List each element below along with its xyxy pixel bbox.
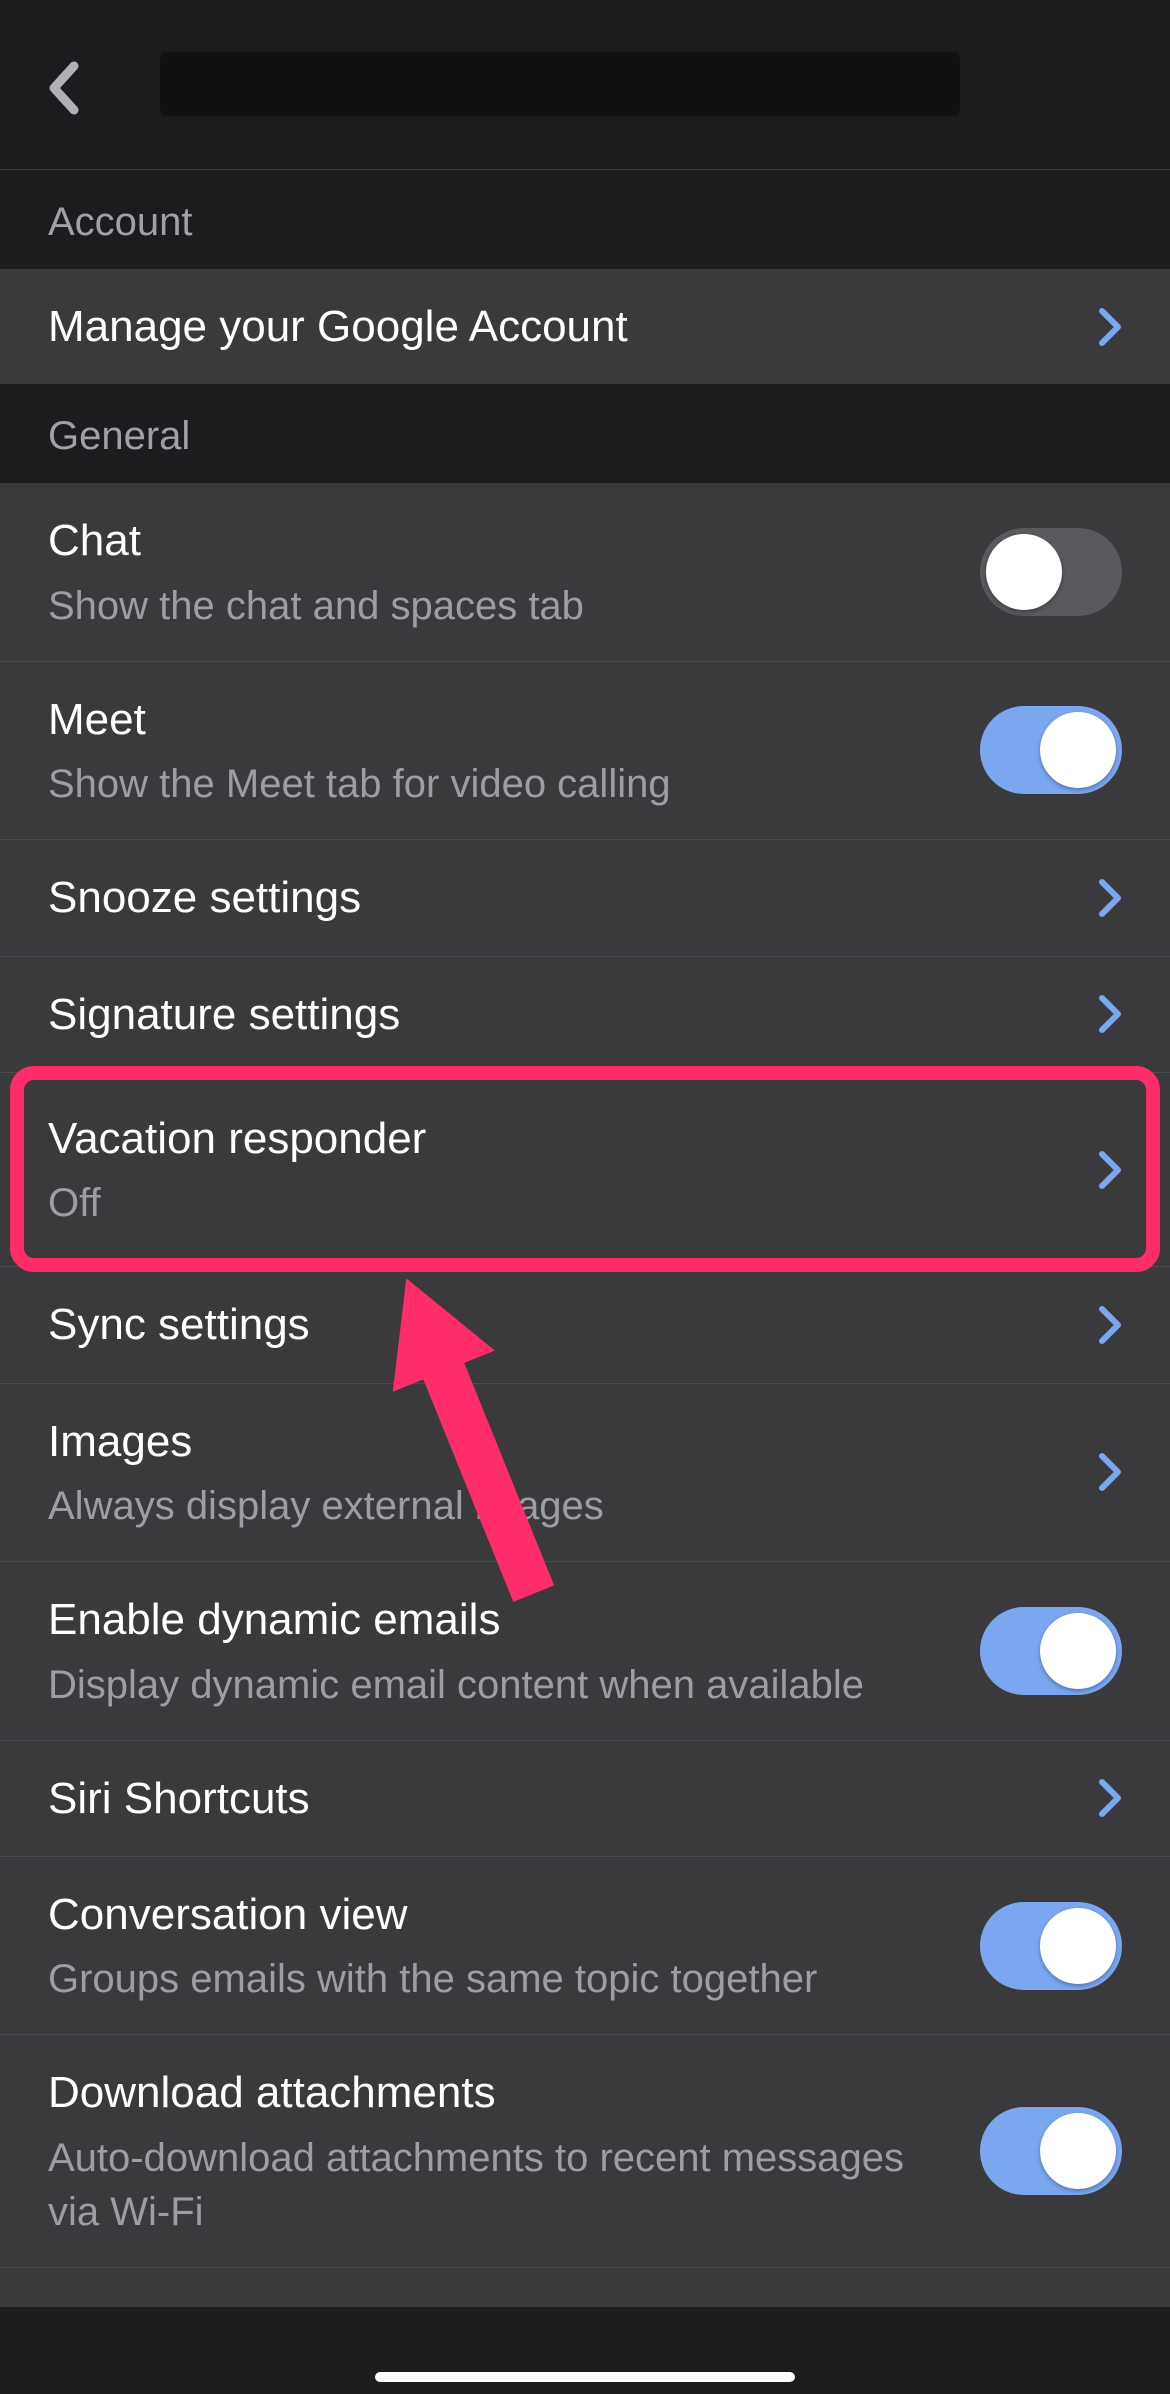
cutoff-row: [0, 2267, 1170, 2307]
chevron-right-icon: [1098, 1305, 1122, 1345]
row-subtitle: Auto-download attachments to recent mess…: [48, 2131, 940, 2239]
row-title: Snooze settings: [48, 868, 1058, 927]
images-row[interactable]: Images Always display external images: [0, 1383, 1170, 1561]
row-title: Signature settings: [48, 985, 1058, 1044]
back-button[interactable]: [40, 60, 88, 121]
chevron-right-icon: [1098, 1150, 1122, 1190]
row-title: Enable dynamic emails: [48, 1590, 940, 1649]
meet-toggle[interactable]: [980, 706, 1122, 794]
chevron-right-icon: [1098, 878, 1122, 918]
snooze-settings-row[interactable]: Snooze settings: [0, 839, 1170, 955]
row-title: Vacation responder: [48, 1109, 1058, 1168]
row-subtitle: Off: [48, 1176, 1058, 1230]
home-indicator: [375, 2372, 795, 2382]
conversation-view-row[interactable]: Conversation view Groups emails with the…: [0, 1856, 1170, 2034]
chat-row[interactable]: Chat Show the chat and spaces tab: [0, 483, 1170, 660]
header-bar: [0, 0, 1170, 170]
section-header-general: General: [0, 384, 1170, 483]
row-title: Chat: [48, 511, 940, 570]
vacation-responder-row[interactable]: Vacation responder Off: [0, 1072, 1170, 1266]
row-title: Sync settings: [48, 1295, 1058, 1354]
signature-settings-row[interactable]: Signature settings: [0, 956, 1170, 1072]
row-title: Images: [48, 1412, 1058, 1471]
header-title-redacted: [160, 52, 960, 116]
dynamic-emails-row[interactable]: Enable dynamic emails Display dynamic em…: [0, 1561, 1170, 1739]
chevron-left-icon: [40, 60, 88, 116]
download-attachments-toggle[interactable]: [980, 2107, 1122, 2195]
chevron-right-icon: [1098, 994, 1122, 1034]
row-subtitle: Groups emails with the same topic togeth…: [48, 1952, 940, 2006]
meet-row[interactable]: Meet Show the Meet tab for video calling: [0, 661, 1170, 839]
section-header-account: Account: [0, 170, 1170, 269]
row-title: Conversation view: [48, 1885, 940, 1944]
siri-shortcuts-row[interactable]: Siri Shortcuts: [0, 1740, 1170, 1856]
conversation-view-toggle[interactable]: [980, 1902, 1122, 1990]
chevron-right-icon: [1098, 1452, 1122, 1492]
row-title: Manage your Google Account: [48, 297, 1058, 356]
chevron-right-icon: [1098, 1778, 1122, 1818]
sync-settings-row[interactable]: Sync settings: [0, 1266, 1170, 1382]
dynamic-emails-toggle[interactable]: [980, 1607, 1122, 1695]
row-title: Download attachments: [48, 2063, 940, 2122]
row-title: Siri Shortcuts: [48, 1769, 1058, 1828]
row-subtitle: Always display external images: [48, 1479, 1058, 1533]
row-title: Meet: [48, 690, 940, 749]
row-subtitle: Display dynamic email content when avail…: [48, 1658, 940, 1712]
manage-google-account-row[interactable]: Manage your Google Account: [0, 269, 1170, 384]
chevron-right-icon: [1098, 307, 1122, 347]
row-subtitle: Show the Meet tab for video calling: [48, 757, 940, 811]
chat-toggle[interactable]: [980, 528, 1122, 616]
row-subtitle: Show the chat and spaces tab: [48, 579, 940, 633]
download-attachments-row[interactable]: Download attachments Auto-download attac…: [0, 2034, 1170, 2266]
